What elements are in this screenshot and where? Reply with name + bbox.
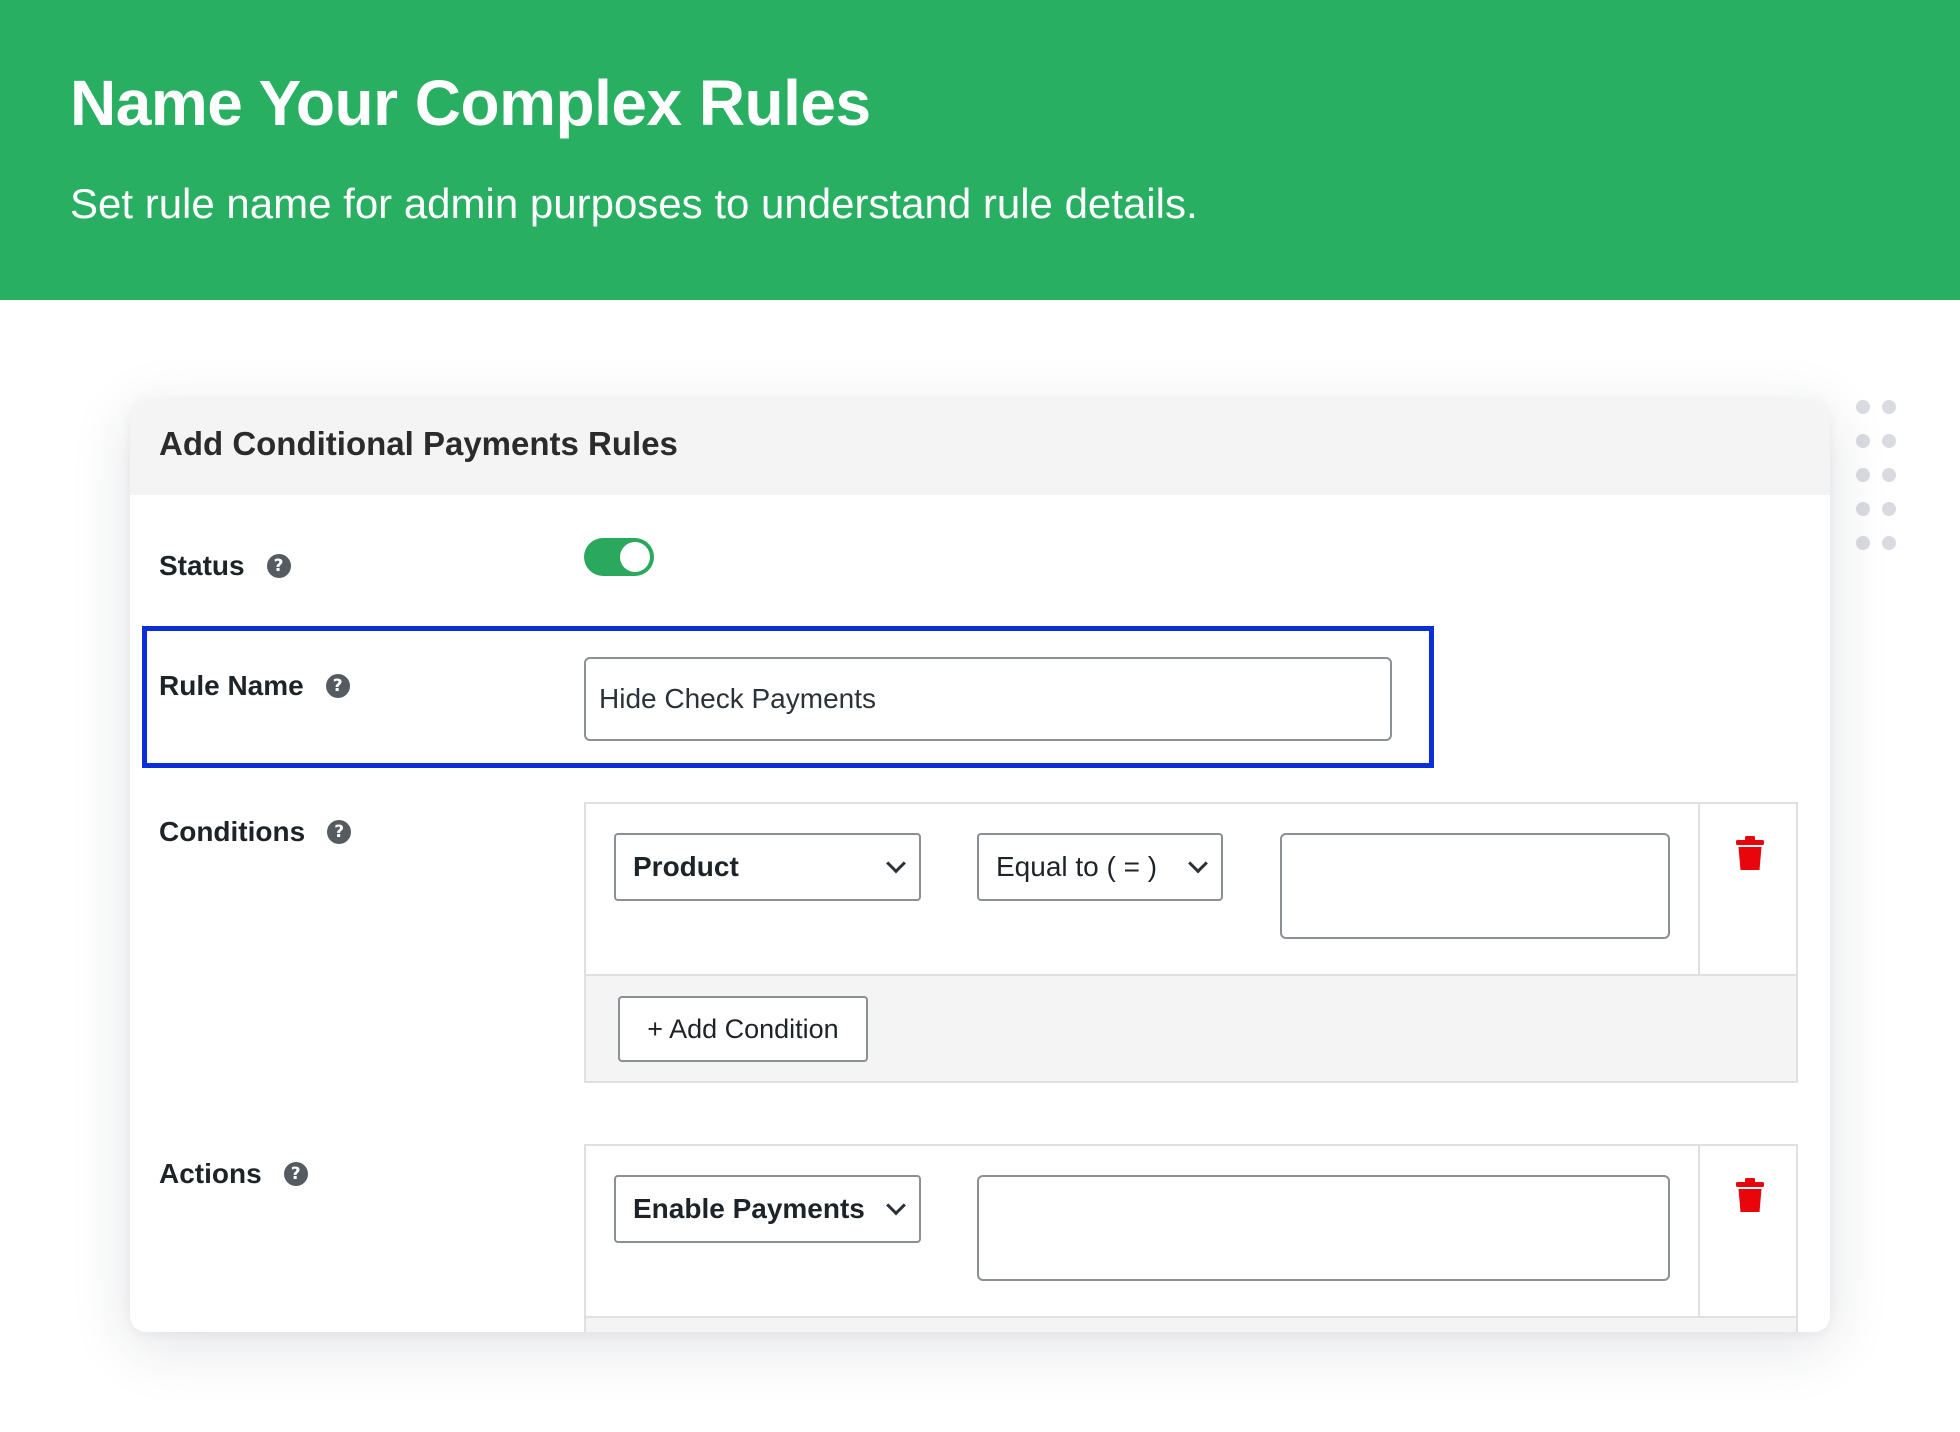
rules-card: Add Conditional Payments Rules Status ? … xyxy=(130,400,1830,1332)
chevron-down-icon xyxy=(886,853,906,874)
card-title: Add Conditional Payments Rules xyxy=(159,425,678,462)
panel-divider xyxy=(1698,804,1700,974)
actions-label: Actions xyxy=(159,1158,262,1189)
trash-icon[interactable] xyxy=(1736,836,1764,870)
card-header: Add Conditional Payments Rules xyxy=(130,400,1830,495)
actions-panel-footer xyxy=(586,1316,1796,1332)
chevron-down-icon xyxy=(1188,853,1208,874)
condition-field-select-value: Product xyxy=(633,851,739,882)
question-mark-icon[interactable]: ? xyxy=(327,820,352,844)
status-toggle[interactable] xyxy=(584,538,654,576)
actions-panel: Enable Payments xyxy=(584,1144,1798,1332)
rule-name-label-row: Rule Name ? xyxy=(159,670,350,702)
status-label: Status xyxy=(159,550,245,581)
add-condition-button[interactable]: + Add Condition xyxy=(618,996,868,1062)
action-select-value: Enable Payments xyxy=(633,1193,865,1224)
question-mark-icon[interactable]: ? xyxy=(266,554,291,578)
condition-operator-select-value: Equal to ( = ) xyxy=(996,851,1158,882)
conditions-label-row: Conditions ? xyxy=(159,816,352,848)
conditions-panel: Product Equal to ( = ) + Add Condition xyxy=(584,802,1798,1083)
chevron-down-icon xyxy=(886,1195,906,1216)
rule-name-label: Rule Name xyxy=(159,670,304,701)
decorative-dot-grid xyxy=(1856,400,1916,555)
question-mark-icon[interactable]: ? xyxy=(283,1162,308,1186)
rule-name-input[interactable]: Hide Check Payments xyxy=(584,657,1392,741)
question-mark-icon[interactable]: ? xyxy=(325,674,350,698)
condition-operator-select[interactable]: Equal to ( = ) xyxy=(977,833,1223,901)
actions-label-row: Actions ? xyxy=(159,1158,308,1190)
banner-subtitle: Set rule name for admin purposes to unde… xyxy=(70,180,1198,227)
trash-icon[interactable] xyxy=(1736,1178,1764,1212)
conditions-label: Conditions xyxy=(159,816,306,847)
condition-field-select[interactable]: Product xyxy=(614,833,921,901)
condition-value-input[interactable] xyxy=(1280,833,1670,939)
status-label-row: Status ? xyxy=(159,550,291,582)
banner-title: Name Your Complex Rules xyxy=(70,67,871,139)
conditions-panel-footer: + Add Condition xyxy=(586,974,1796,1081)
action-value-input[interactable] xyxy=(977,1175,1670,1281)
header-banner: Name Your Complex Rules Set rule name fo… xyxy=(0,0,1960,300)
panel-divider xyxy=(1698,1146,1700,1316)
toggle-knob xyxy=(620,542,650,572)
action-select[interactable]: Enable Payments xyxy=(614,1175,921,1243)
